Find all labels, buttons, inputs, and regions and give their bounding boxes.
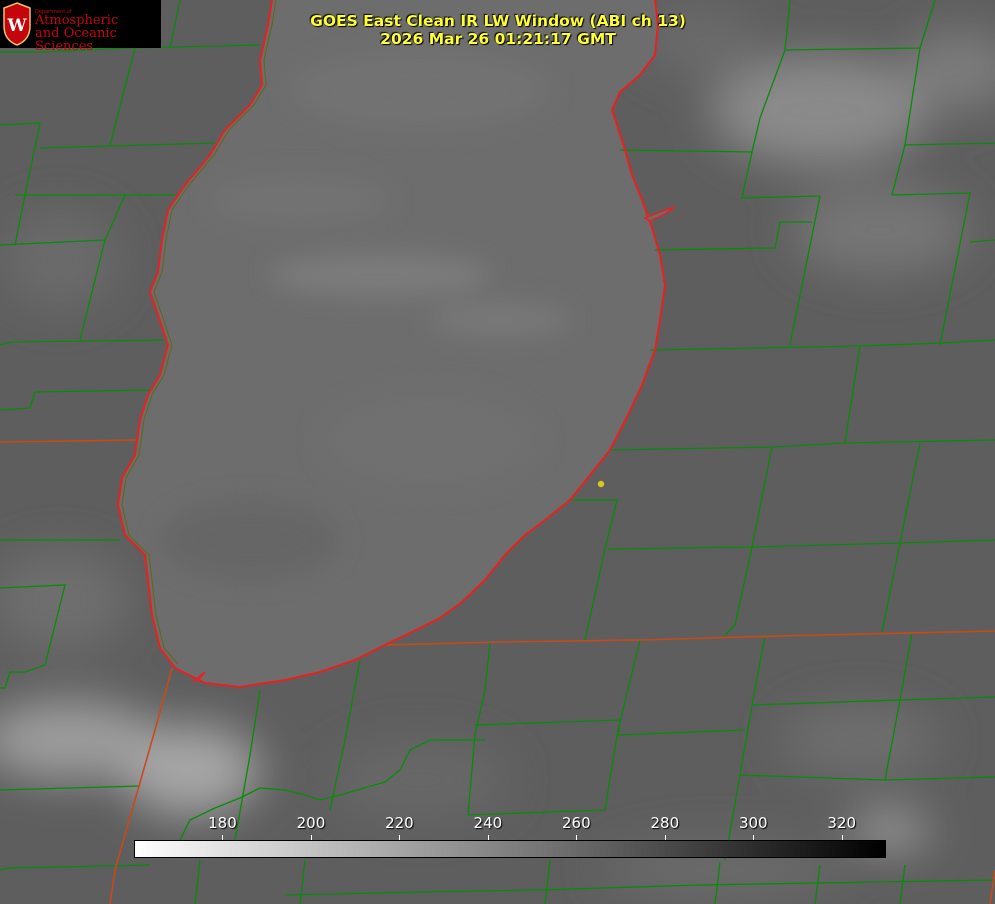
colorbar-tick-label: 300 — [738, 814, 768, 832]
title-timestamp: 2026 Mar 26 01:21:17 GMT — [380, 30, 616, 48]
svg-text:W: W — [6, 16, 27, 36]
colorbar-tick-label: 280 — [650, 814, 680, 832]
uw-crest-icon: W — [3, 2, 31, 46]
title-product: GOES East Clean IR LW Window (ABI ch 13) — [310, 12, 686, 30]
colorbar-tick-label: 320 — [827, 814, 857, 832]
colorbar-tick-label: 240 — [473, 814, 503, 832]
uw-aos-logo[interactable]: W Department of Atmospheric and Oceanic … — [0, 0, 161, 53]
colorbar-tick-label: 220 — [385, 814, 414, 832]
colorbar-tick-label: 200 — [296, 814, 326, 832]
image-title: GOES East Clean IR LW Window (ABI ch 13)… — [298, 12, 698, 48]
logo-line-2: and Oceanic Sciences — [35, 26, 117, 54]
satellite-map[interactable] — [0, 0, 995, 904]
colorbar-tick-label: 260 — [562, 814, 591, 832]
colorbar-tick-label: 180 — [208, 814, 237, 832]
colorbar — [134, 840, 886, 858]
city-marker[interactable] — [597, 480, 605, 488]
